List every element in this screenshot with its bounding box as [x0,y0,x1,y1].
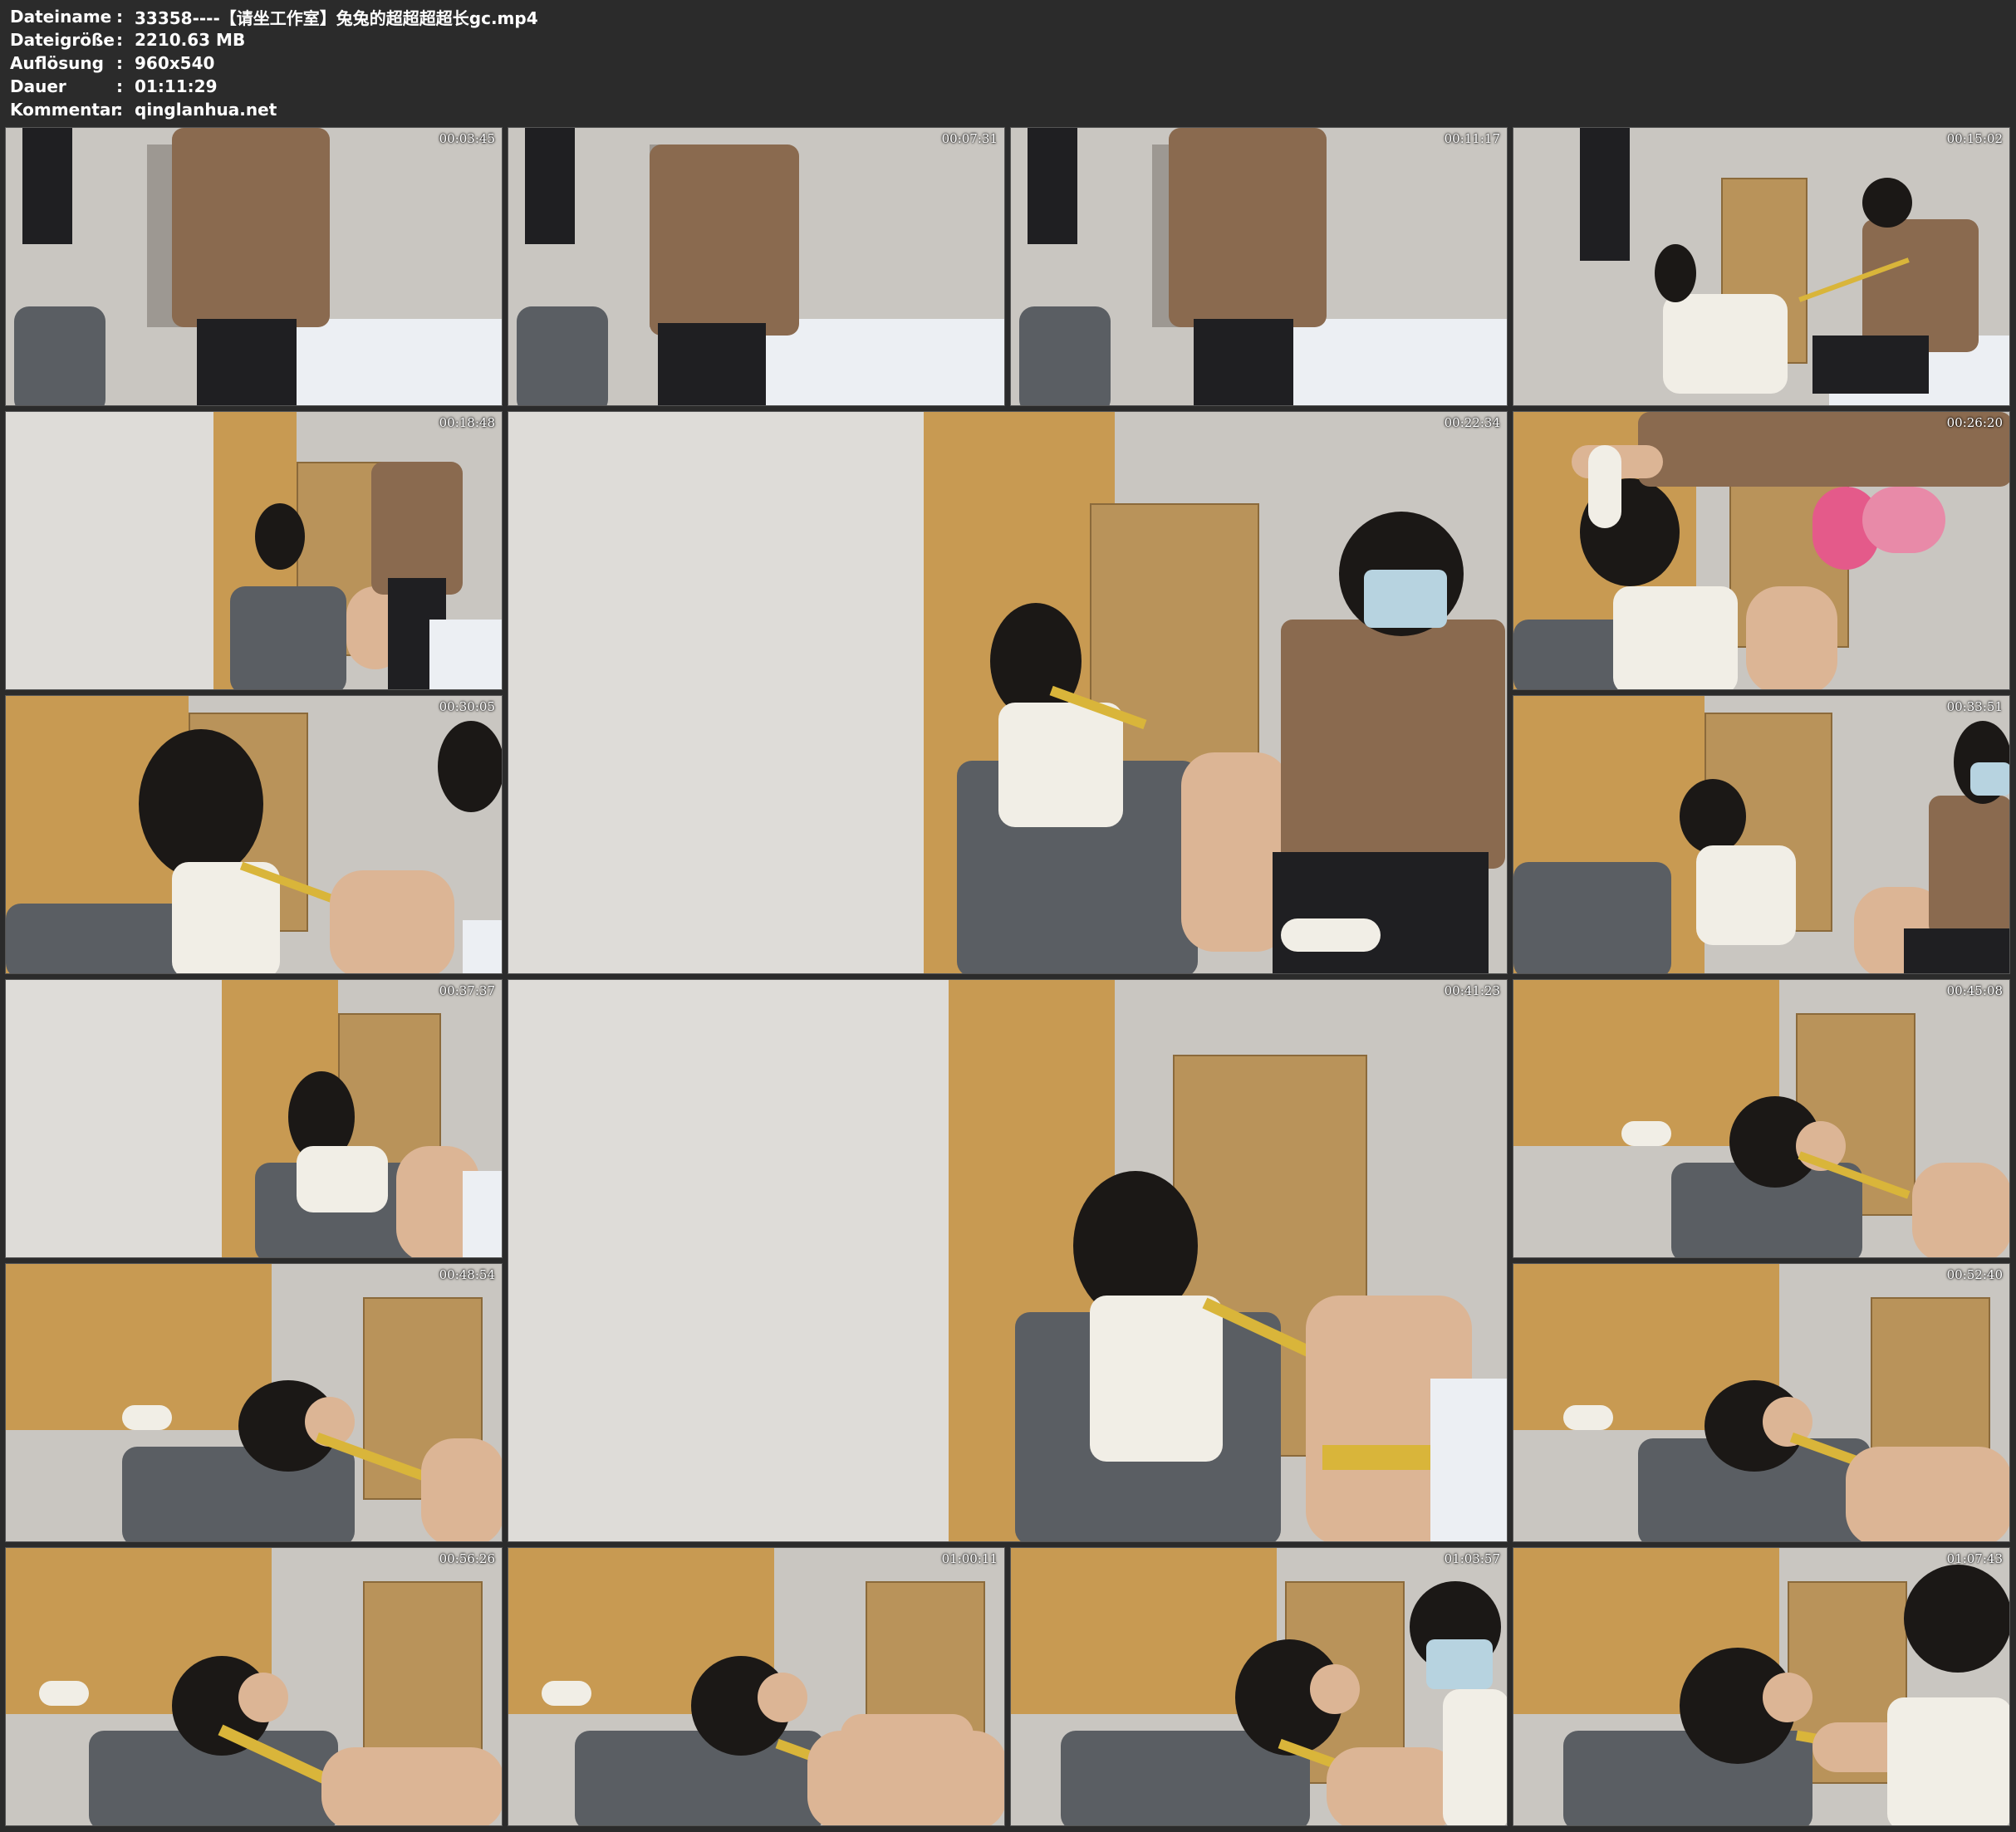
video-thumbnail[interactable]: 00:37:37 [5,979,503,1258]
scene-image [6,1548,502,1825]
video-thumbnail[interactable]: 00:48:54 [5,1263,503,1542]
scene-image [6,696,502,973]
timestamp-label: 00:48:54 [439,1267,495,1282]
video-thumbnail[interactable]: 00:52:40 [1513,1263,2010,1542]
timestamp-label: 00:26:20 [1946,415,2003,430]
timestamp-label: 00:18:48 [439,415,495,430]
video-thumbnail[interactable]: 01:07:43 [1513,1547,2010,1826]
timestamp-label: 00:33:51 [1946,699,2003,714]
timestamp-label: 00:45:08 [1946,983,2003,998]
timestamp-label: 00:52:40 [1946,1267,2003,1282]
timestamp-label: 01:07:43 [1946,1551,2003,1566]
scene-image [1513,980,2009,1257]
timestamp-label: 00:56:26 [439,1551,495,1566]
scene-image [6,412,502,689]
timestamp-label: 00:22:34 [1444,415,1500,430]
video-thumbnail[interactable]: 00:30:05 [5,695,503,974]
scene-image [1513,1548,2009,1825]
scene-image [508,412,1507,973]
scene-image [508,128,1004,405]
video-thumbnail[interactable]: 00:22:34 [508,411,1508,974]
video-thumbnail[interactable]: 00:07:31 [508,127,1005,406]
timestamp-label: 00:15:02 [1946,131,2003,146]
timestamp-label: 00:41:23 [1444,983,1500,998]
scene-image [508,1548,1004,1825]
timestamp-label: 01:03:57 [1444,1551,1500,1566]
video-thumbnail[interactable]: 00:11:17 [1010,127,1508,406]
timestamp-label: 00:30:05 [439,699,495,714]
timestamp-label: 00:03:45 [439,131,495,146]
scene-image [1513,1264,2009,1541]
scene-image [508,980,1507,1541]
scene-image [1513,696,2009,973]
video-thumbnail[interactable]: 01:03:57 [1010,1547,1508,1826]
video-thumbnail[interactable]: 00:56:26 [5,1547,503,1826]
thumbnail-grid: 00:03:45 00:07:31 00:11:17 00:15:02 00:1… [0,0,2016,1832]
timestamp-label: 01:00:11 [941,1551,998,1566]
scene-image [1011,128,1507,405]
video-thumbnail[interactable]: 00:26:20 [1513,411,2010,690]
video-thumbnail[interactable]: 00:33:51 [1513,695,2010,974]
timestamp-label: 00:11:17 [1444,131,1500,146]
scene-image [6,980,502,1257]
scene-image [1513,128,2009,405]
timestamp-label: 00:37:37 [439,983,495,998]
video-thumbnail[interactable]: 00:03:45 [5,127,503,406]
scene-image [6,128,502,405]
scene-image [6,1264,502,1541]
scene-image [1513,412,2009,689]
video-thumbnail[interactable]: 00:41:23 [508,979,1508,1542]
timestamp-label: 00:07:31 [941,131,998,146]
scene-image [1011,1548,1507,1825]
video-thumbnail[interactable]: 00:45:08 [1513,979,2010,1258]
video-thumbnail[interactable]: 00:18:48 [5,411,503,690]
video-thumbnail[interactable]: 01:00:11 [508,1547,1005,1826]
video-thumbnail[interactable]: 00:15:02 [1513,127,2010,406]
